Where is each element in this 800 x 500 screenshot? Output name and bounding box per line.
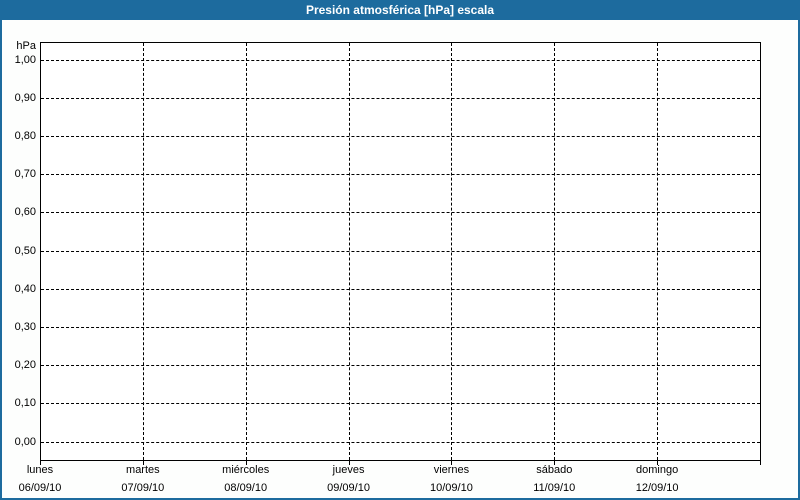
y-axis-label: 0,10 (14, 397, 36, 410)
y-axis-unit-label: hPa (16, 40, 36, 52)
x-axis-tick (554, 460, 556, 465)
x-axis-tick (245, 460, 247, 465)
y-axis-label: 0,00 (14, 435, 36, 448)
y-axis-label: 1,00 (14, 53, 36, 66)
y-axis-label: 0,50 (14, 244, 36, 257)
x-axis-tick (142, 460, 144, 465)
x-axis-tick (760, 460, 761, 465)
axis-labels-layer: 1,00 0,90 0,80 0,70 0,60 0,50 0,40 0,30 0,20 0,10… (0, 0, 800, 500)
x-axis-day-label: viernes (433, 464, 470, 476)
y-axis-label: 0,30 (14, 320, 36, 333)
x-axis-date-label: 07/09/10 (121, 482, 165, 494)
x-axis-day-label: sábado (536, 464, 573, 476)
x-axis-day-label: miércoles (222, 464, 270, 476)
x-axis-date-label: 11/09/10 (533, 482, 576, 494)
x-axis-date-label: 06/09/10 (18, 482, 62, 494)
y-axis-label: 0,40 (14, 282, 36, 295)
x-axis-tick (40, 460, 41, 465)
y-axis-label: 0,20 (14, 359, 36, 372)
x-axis-tick (657, 460, 659, 465)
x-axis-day-label: martes (126, 464, 160, 476)
y-axis-label: 0,80 (14, 129, 36, 142)
x-axis-date-label: 08/09/10 (224, 482, 268, 494)
x-axis-day-label: lunes (26, 464, 54, 476)
x-axis-date-label: 10/09/10 (430, 482, 473, 494)
x-axis-day-label: jueves (332, 464, 365, 476)
x-axis-tick (451, 460, 453, 465)
y-axis-label: 0,70 (14, 168, 36, 181)
x-axis-date-label: 12/09/10 (635, 482, 679, 494)
y-axis-label: 0,60 (14, 206, 36, 219)
y-axis-label: 0,90 (14, 91, 36, 104)
x-axis-day-label: domingo (636, 464, 679, 476)
x-axis-date-label: 09/09/10 (327, 482, 370, 494)
chart-panel: Presión atmosférica [hPa] escala 1,00 0,9… (0, 0, 800, 500)
x-axis-tick (348, 460, 350, 465)
